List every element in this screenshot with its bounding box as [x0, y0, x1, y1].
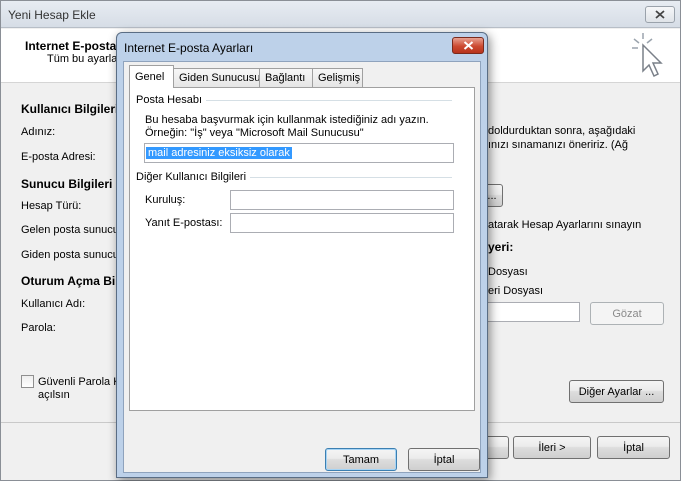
internet-email-settings-dialog: Internet E-posta Ayarları Genel Giden Su…: [116, 32, 488, 478]
tab-general[interactable]: Genel: [129, 65, 174, 88]
close-icon: [463, 41, 473, 50]
test-info-text-line1: doldurduktan sonra, aşağıdaki: [488, 125, 636, 137]
tab-connection[interactable]: Bağlantı: [259, 68, 313, 87]
spa-checkbox-label-line2: açılsın: [38, 389, 70, 401]
tab-advanced[interactable]: Gelişmiş: [312, 68, 363, 87]
organization-input[interactable]: [230, 190, 454, 210]
spa-checkbox[interactable]: [21, 375, 34, 388]
tab-outgoing-server[interactable]: Giden Sunucusu: [173, 68, 260, 87]
other-user-info-group-label: Diğer Kullanıcı Bilgileri: [136, 171, 251, 183]
group-divider: [244, 177, 452, 178]
close-icon: [655, 10, 665, 19]
reply-email-input[interactable]: [230, 213, 454, 233]
label-incoming-server: Gelen posta sunucus: [21, 224, 125, 236]
window-title: Yeni Hesap Ekle: [8, 8, 96, 22]
wizard-header-subtitle: Tüm bu ayarlar: [47, 53, 121, 65]
section-server-info: Sunucu Bilgileri: [21, 177, 113, 191]
mail-account-description-line2: Örneğin: "İş" veya "Microsoft Mail Sunuc…: [145, 127, 364, 139]
label-account-type: Hesap Türü:: [21, 200, 82, 212]
mail-account-description-line1: Bu hesaba başvurmak için kullanmak isted…: [145, 114, 429, 126]
label-outgoing-server: Giden posta sunucus: [21, 249, 125, 261]
general-tab-panel: Posta Hesabı Bu hesaba başvurmak için ku…: [129, 87, 475, 411]
reply-email-label: Yanıt E-postası:: [145, 217, 223, 229]
mail-account-group-label: Posta Hesabı: [136, 94, 207, 106]
pst-option-existing[interactable]: eri Dosyası: [488, 285, 543, 297]
dialog-client-area: Genel Giden Sunucusu Bağlantı Gelişmiş P…: [123, 61, 481, 473]
dialog-titlebar[interactable]: Internet E-posta Ayarları: [117, 33, 487, 60]
label-email: E-posta Adresi:: [21, 151, 96, 163]
dialog-close-button[interactable]: [452, 37, 484, 54]
dialog-title: Internet E-posta Ayarları: [124, 41, 254, 55]
test-info-text-line2: ınızı sınamanızı öneririz. (Ağ: [488, 139, 628, 151]
label-password: Parola:: [21, 322, 56, 334]
section-logon-info: Oturum Açma Bilg: [21, 274, 126, 288]
pst-option-new[interactable]: Dosyası: [488, 266, 528, 278]
label-username: Kullanıcı Adı:: [21, 298, 86, 310]
spa-checkbox-label: Güvenli Parola Kir: [38, 376, 127, 388]
organization-label: Kuruluş:: [145, 194, 186, 206]
ok-button[interactable]: Tamam: [325, 448, 397, 471]
dialog-cancel-button[interactable]: İptal: [408, 448, 480, 471]
next-button[interactable]: İleri >: [513, 436, 591, 459]
group-divider: [202, 100, 452, 101]
cursor-sparkle-icon: [632, 33, 663, 78]
deliver-to-label: yeri:: [488, 240, 514, 254]
window-titlebar[interactable]: Yeni Hesap Ekle: [1, 1, 680, 28]
wizard-cancel-button[interactable]: İptal: [597, 436, 670, 459]
window-close-button[interactable]: [645, 6, 675, 23]
account-name-value: mail adresiniz eksiksiz olarak: [146, 147, 292, 159]
test-on-next-text: atarak Hesap Ayarlarını sınayın: [488, 219, 642, 231]
label-name: Adınız:: [21, 126, 56, 138]
account-name-input[interactable]: mail adresiniz eksiksiz olarak: [144, 143, 454, 163]
more-settings-button[interactable]: Diğer Ayarlar ...: [569, 380, 664, 403]
section-user-info: Kullanıcı Bilgileri: [21, 102, 119, 116]
wizard-header-title: Internet E-posta: [25, 39, 117, 53]
pst-path-input[interactable]: [481, 302, 580, 322]
browse-button[interactable]: Gözat: [590, 302, 664, 325]
